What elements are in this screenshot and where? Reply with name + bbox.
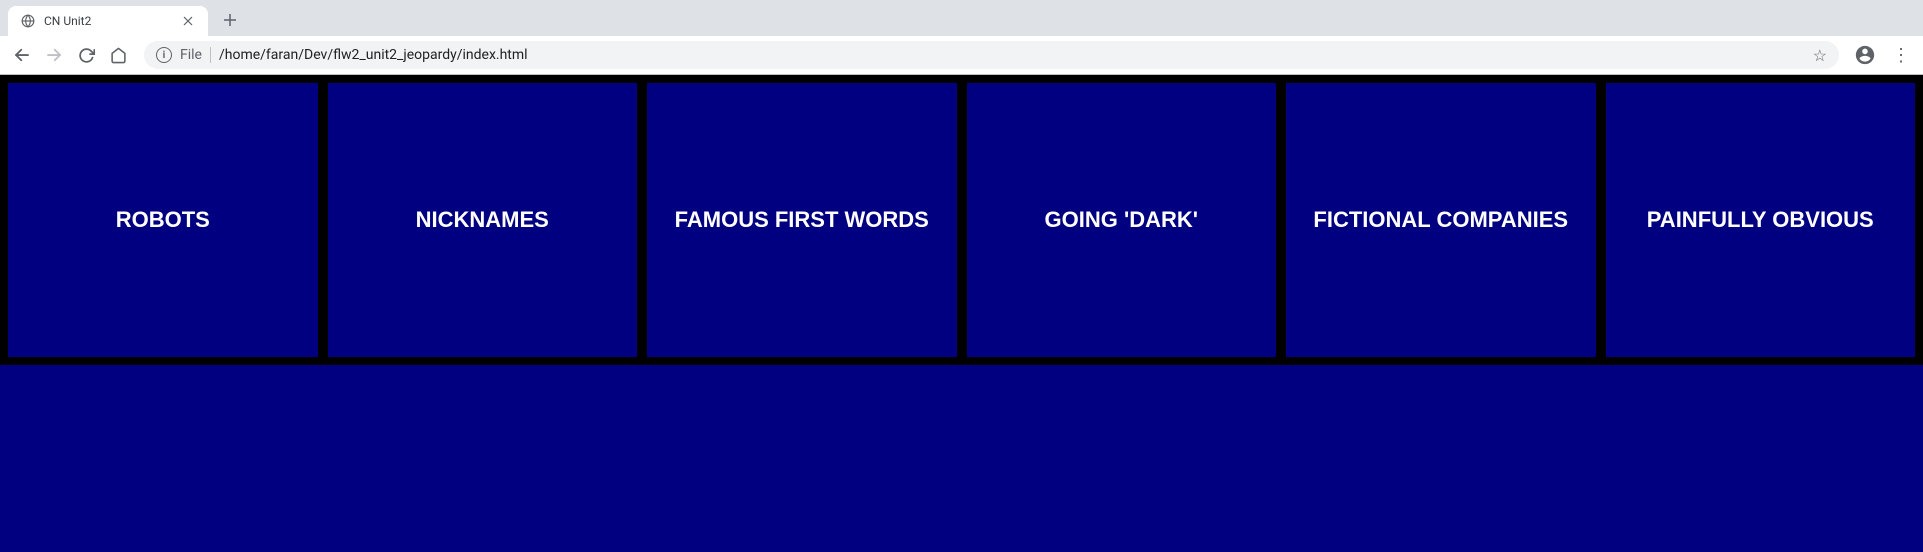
category-label: GOING 'DARK' bbox=[1045, 207, 1198, 233]
toolbar-right: ⋮ bbox=[1851, 41, 1915, 69]
category-card[interactable]: PAINFULLY OBVIOUS bbox=[1606, 83, 1916, 357]
close-icon[interactable] bbox=[180, 13, 196, 29]
category-card[interactable]: NICKNAMES bbox=[328, 83, 638, 357]
url-scheme: File bbox=[180, 47, 211, 63]
browser-tab[interactable]: CN Unit2 bbox=[8, 6, 208, 36]
home-button[interactable] bbox=[104, 41, 132, 69]
profile-button[interactable] bbox=[1851, 41, 1879, 69]
tab-title: CN Unit2 bbox=[44, 14, 172, 28]
category-label: ROBOTS bbox=[116, 207, 210, 233]
new-tab-button[interactable] bbox=[216, 6, 244, 34]
category-label: NICKNAMES bbox=[416, 207, 549, 233]
info-icon[interactable]: i bbox=[156, 47, 172, 63]
category-card[interactable]: GOING 'DARK' bbox=[967, 83, 1277, 357]
browser-chrome: CN Unit2 bbox=[0, 0, 1923, 75]
tab-bar: CN Unit2 bbox=[0, 0, 1923, 36]
category-label: PAINFULLY OBVIOUS bbox=[1647, 207, 1874, 233]
category-label: FAMOUS FIRST WORDS bbox=[675, 207, 929, 233]
globe-icon bbox=[20, 13, 36, 29]
bookmark-star-icon[interactable]: ☆ bbox=[1813, 46, 1827, 65]
back-button[interactable] bbox=[8, 41, 36, 69]
page-content: ROBOTS NICKNAMES FAMOUS FIRST WORDS GOIN… bbox=[0, 75, 1923, 552]
forward-button[interactable] bbox=[40, 41, 68, 69]
category-card[interactable]: FAMOUS FIRST WORDS bbox=[647, 83, 957, 357]
reload-button[interactable] bbox=[72, 41, 100, 69]
category-card[interactable]: FICTIONAL COMPANIES bbox=[1286, 83, 1596, 357]
menu-button[interactable]: ⋮ bbox=[1887, 41, 1915, 69]
browser-toolbar: i File /home/faran/Dev/flw2_unit2_jeopar… bbox=[0, 36, 1923, 74]
category-card[interactable]: ROBOTS bbox=[8, 83, 318, 357]
address-bar[interactable]: i File /home/faran/Dev/flw2_unit2_jeopar… bbox=[144, 41, 1839, 69]
jeopardy-board: ROBOTS NICKNAMES FAMOUS FIRST WORDS GOIN… bbox=[0, 75, 1923, 365]
category-label: FICTIONAL COMPANIES bbox=[1313, 207, 1568, 233]
url-path: /home/faran/Dev/flw2_unit2_jeopardy/inde… bbox=[219, 47, 1805, 63]
